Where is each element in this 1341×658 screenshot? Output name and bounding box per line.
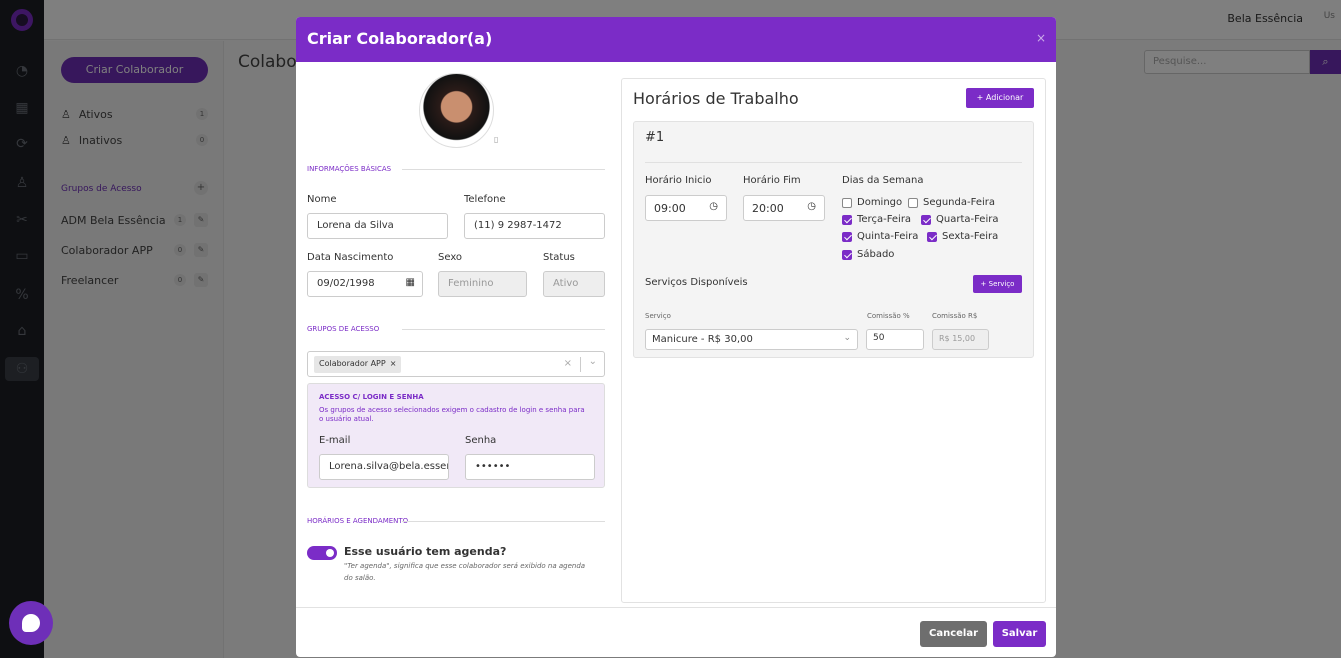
checkbox-box[interactable] bbox=[842, 198, 852, 208]
checkbox-box[interactable] bbox=[927, 232, 937, 242]
work-hours-title: Horários de Trabalho bbox=[633, 89, 799, 108]
commission-pct-label: Comissão % bbox=[867, 312, 910, 320]
create-collaborator-modal: Criar Colaborador(a) × ▯ Informações Bás… bbox=[296, 17, 1056, 657]
schedule-card: #1 Horário Inicio 09:00 ◷ Horário Fim 20… bbox=[633, 121, 1034, 358]
day-label: Quarta-Feira bbox=[936, 214, 999, 225]
tag-label: Colaborador APP bbox=[319, 359, 386, 368]
clock-icon[interactable]: ◷ bbox=[709, 201, 718, 212]
agenda-label: Esse usuário tem agenda? bbox=[344, 545, 507, 558]
remove-tag-icon[interactable]: × bbox=[390, 359, 397, 368]
chat-widget-icon[interactable] bbox=[9, 601, 53, 645]
email-field[interactable]: Lorena.silva@bela.essencia bbox=[319, 454, 449, 480]
service-column-label: Serviço bbox=[645, 312, 671, 320]
services-label: Serviços Disponíveis bbox=[645, 277, 748, 288]
checkbox-box[interactable] bbox=[842, 215, 852, 225]
section-basic-info: Informações Básicas bbox=[307, 165, 605, 173]
commission-rs-label: Comissão R$ bbox=[932, 312, 978, 320]
modal-title: Criar Colaborador(a) bbox=[307, 29, 493, 48]
sex-label: Sexo bbox=[438, 252, 463, 263]
modal-footer: Cancelar Salvar bbox=[296, 607, 1056, 657]
service-select[interactable]: Manicure - R$ 30,00 ⌄ bbox=[645, 329, 858, 350]
checkbox-box[interactable] bbox=[842, 232, 852, 242]
chevron-down-icon[interactable]: ⌄ bbox=[843, 333, 851, 343]
end-time-label: Horário Fim bbox=[743, 175, 801, 186]
service-value: Manicure - R$ 30,00 bbox=[652, 334, 753, 345]
schedule-number: #1 bbox=[645, 130, 665, 145]
modal-header: Criar Colaborador(a) × bbox=[296, 17, 1056, 62]
checkbox-box[interactable] bbox=[842, 250, 852, 260]
start-time-field[interactable]: 09:00 ◷ bbox=[645, 195, 727, 221]
day-label: Terça-Feira bbox=[857, 214, 912, 225]
add-schedule-button[interactable]: + Adicionar bbox=[966, 88, 1034, 108]
name-label: Nome bbox=[307, 194, 337, 205]
upload-photo-icon[interactable]: ▯ bbox=[494, 135, 498, 144]
commission-pct-field[interactable]: 50 bbox=[866, 329, 924, 350]
add-service-button[interactable]: + Serviço bbox=[973, 275, 1022, 293]
start-time-label: Horário Inicio bbox=[645, 175, 712, 186]
start-time-value: 09:00 bbox=[654, 202, 686, 215]
work-hours-panel: Horários de Trabalho + Adicionar #1 Horá… bbox=[621, 78, 1046, 603]
agenda-toggle[interactable] bbox=[307, 546, 337, 560]
divider bbox=[645, 162, 1022, 163]
sex-field[interactable]: Feminino bbox=[438, 271, 527, 297]
clear-icon[interactable]: × bbox=[564, 358, 572, 369]
login-box: Acesso c/ Login e Senha Os grupos de ace… bbox=[307, 383, 605, 488]
login-title: Acesso c/ Login e Senha bbox=[319, 393, 424, 401]
section-access-groups: Grupos de Acesso bbox=[307, 325, 605, 333]
cancel-button[interactable]: Cancelar bbox=[920, 621, 987, 647]
birthdate-label: Data Nascimento bbox=[307, 252, 394, 263]
password-field[interactable]: •••••• bbox=[465, 454, 595, 480]
section-schedule: Horários e Agendamento bbox=[307, 517, 605, 525]
access-group-tag: Colaborador APP × bbox=[314, 356, 402, 373]
access-groups-select[interactable]: Colaborador APP × × ⌄ bbox=[307, 351, 605, 377]
checkbox-box[interactable] bbox=[921, 215, 931, 225]
save-button[interactable]: Salvar bbox=[993, 621, 1046, 647]
name-field[interactable]: Lorena da Silva bbox=[307, 213, 448, 239]
close-icon[interactable]: × bbox=[1036, 31, 1046, 45]
clock-icon[interactable]: ◷ bbox=[807, 201, 816, 212]
day-label: Domingo bbox=[857, 197, 903, 208]
day-label: Segunda-Feira bbox=[923, 197, 995, 208]
end-time-value: 20:00 bbox=[752, 202, 784, 215]
profile-photo[interactable] bbox=[419, 73, 494, 148]
chevron-down-icon[interactable]: ⌄ bbox=[589, 356, 597, 367]
day-label: Quinta-Feira bbox=[857, 231, 919, 242]
select-divider bbox=[580, 357, 581, 372]
checkbox-box[interactable] bbox=[908, 198, 918, 208]
birthdate-value: 09/02/1998 bbox=[317, 278, 375, 289]
birthdate-field[interactable]: 09/02/1998 ▦ bbox=[307, 271, 423, 297]
login-description: Os grupos de acesso selecionados exigem … bbox=[319, 406, 585, 423]
password-label: Senha bbox=[465, 435, 497, 446]
day-label: Sexta-Feira bbox=[942, 231, 999, 242]
weekdays-label: Dias da Semana bbox=[842, 175, 924, 186]
phone-field[interactable]: (11) 9 2987-1472 bbox=[464, 213, 605, 239]
commission-rs-field: R$ 15,00 bbox=[932, 329, 989, 350]
calendar-icon[interactable]: ▦ bbox=[406, 277, 415, 288]
end-time-field[interactable]: 20:00 ◷ bbox=[743, 195, 825, 221]
day-label: Sábado bbox=[857, 249, 895, 260]
phone-label: Telefone bbox=[464, 194, 506, 205]
email-label: E-mail bbox=[319, 435, 351, 446]
status-field[interactable]: Ativo bbox=[543, 271, 605, 297]
status-label: Status bbox=[543, 252, 575, 263]
agenda-hint: "Ter agenda", significa que esse colabor… bbox=[344, 562, 586, 582]
